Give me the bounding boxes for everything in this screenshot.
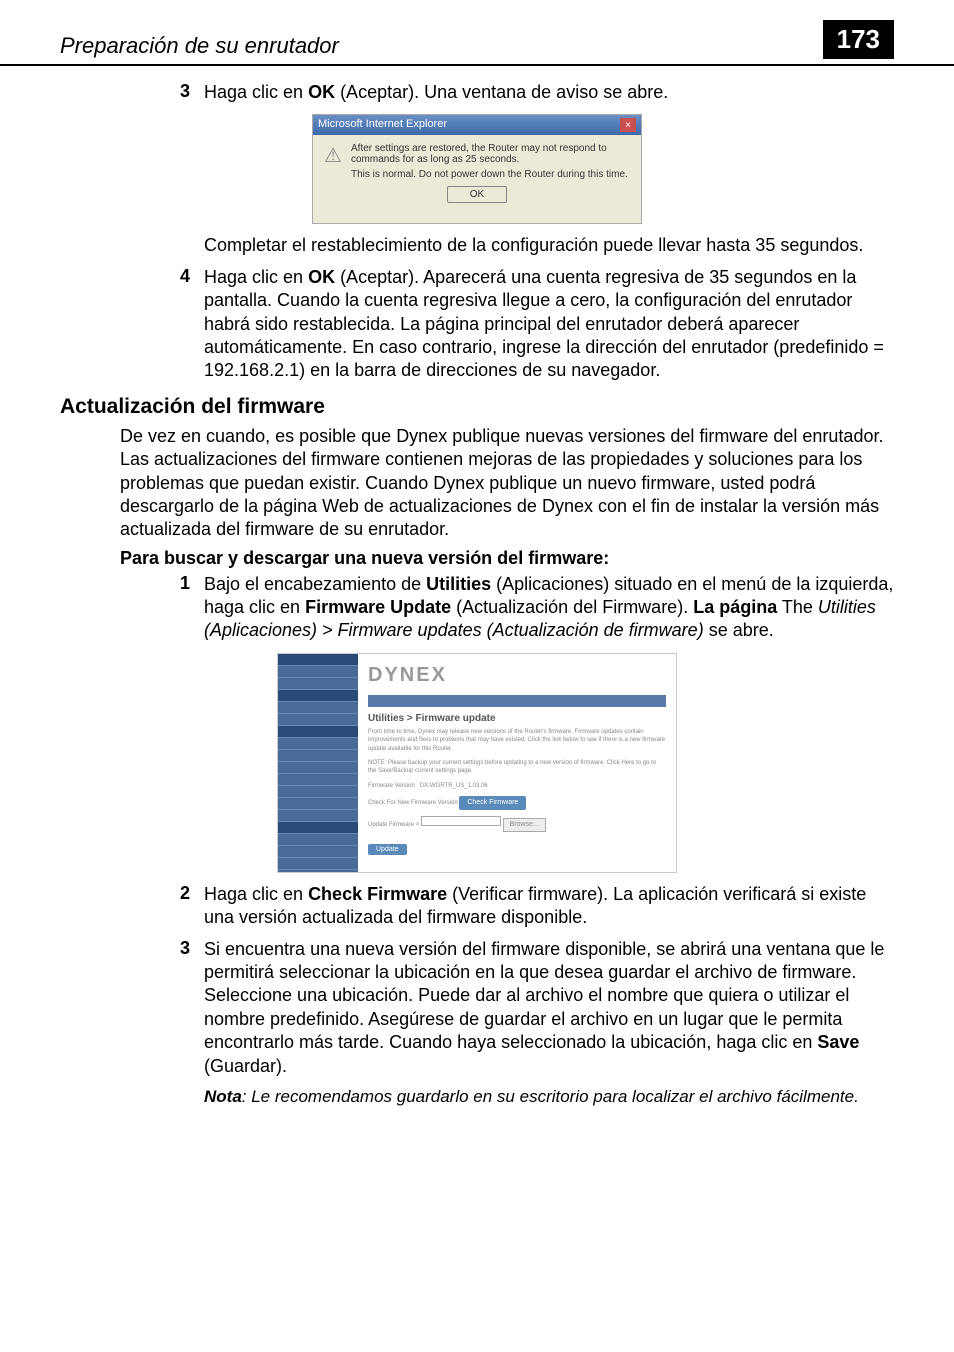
page-number: 173 [823, 20, 894, 59]
dynex-logo: DYNEX [368, 664, 666, 687]
fv-value: DX-WGRTR_US_1.03.06 [420, 783, 488, 789]
bold-ok: OK [308, 267, 335, 287]
fw-step-2: 2 Haga clic en Check Firmware (Verificar… [180, 883, 894, 930]
text-main: Si encuentra una nueva versión del firmw… [204, 939, 884, 1053]
fw-step-3: 3 Si encuentra una nueva versión del fir… [180, 938, 894, 1078]
step-text: Bajo el encabezamiento de Utilities (Apl… [204, 573, 894, 643]
dialog-line1: After settings are restored, the Router … [351, 143, 633, 165]
screenshot-sidebar [278, 654, 358, 872]
screenshot-main: DYNEX Utilities > Firmware update From t… [358, 654, 676, 872]
step-text: Haga clic en Check Firmware (Verificar f… [204, 883, 894, 930]
step-text: Si encuentra una nueva versión del firmw… [204, 938, 894, 1078]
step-number: 3 [180, 81, 204, 104]
step-number: 3 [180, 938, 204, 1078]
page-content: 3 Haga clic en OK (Aceptar). Una ventana… [0, 66, 954, 1128]
bold-utilities: Utilities [426, 574, 491, 594]
step-number: 2 [180, 883, 204, 930]
dialog-line2: This is normal. Do not power down the Ro… [351, 169, 633, 180]
firmware-heading: Actualización del firmware [60, 395, 894, 419]
after-dialog-text: Completar el restablecimiento de la conf… [204, 234, 894, 257]
firmware-paragraph: De vez en cuando, es posible que Dynex p… [120, 425, 894, 542]
text-prefix: Haga clic en [204, 82, 308, 102]
t1: Bajo el encabezamiento de [204, 574, 426, 594]
bold-firmware-update: Firmware Update [305, 597, 451, 617]
firmware-subheading: Para buscar y descargar una nueva versió… [120, 548, 894, 569]
update-label: Update Firmware > [368, 822, 419, 828]
firmware-screenshot: DYNEX Utilities > Firmware update From t… [277, 653, 677, 873]
blue-bar [368, 695, 666, 707]
note-label: Nota [204, 1087, 242, 1106]
text-suffix: (Guardar). [204, 1056, 287, 1076]
bold-ok: OK [308, 82, 335, 102]
t3: (Actualización del Firmware). [451, 597, 693, 617]
dialog-titlebar: Microsoft Internet Explorer × [313, 115, 641, 135]
check-row: Check For New Firmware Version Check Fir… [368, 796, 666, 810]
step-text: Haga clic en OK (Aceptar). Aparecerá una… [204, 266, 894, 383]
step-number: 4 [180, 266, 204, 383]
t4: The [777, 597, 818, 617]
update-button: Update [368, 844, 407, 855]
screenshot-title: Utilities > Firmware update [368, 713, 666, 724]
note-text: : Le recomendamos guardarlo en su escrit… [242, 1087, 859, 1106]
step-4: 4 Haga clic en OK (Aceptar). Aparecerá u… [180, 266, 894, 383]
browse-button: Browse... [503, 818, 546, 832]
text-suffix: (Aceptar). Una ventana de aviso se abre. [335, 82, 668, 102]
screenshot-desc2: NOTE: Please backup your current setting… [368, 759, 666, 776]
t5: se abre. [704, 620, 774, 640]
fw-version-row: Firmware Version DX-WGRTR_US_1.03.06 [368, 782, 666, 790]
dialog-body: After settings are restored, the Router … [313, 135, 641, 223]
fw-step-1: 1 Bajo el encabezamiento de Utilities (A… [180, 573, 894, 643]
check-firmware-button: Check Firmware [459, 796, 526, 810]
fv-label: Firmware Version [368, 783, 415, 789]
screenshot-desc1: From time to time, Dynex may release new… [368, 728, 666, 753]
step-text: Haga clic en OK (Aceptar). Una ventana d… [204, 81, 894, 104]
update-row: Update Firmware > Browse... [368, 816, 666, 832]
close-icon: × [620, 118, 636, 132]
warning-icon [321, 143, 345, 167]
step-3: 3 Haga clic en OK (Aceptar). Una ventana… [180, 81, 894, 104]
page-header: Preparación de su enrutador 173 [0, 0, 954, 66]
dialog-title: Microsoft Internet Explorer [318, 118, 447, 132]
step-number: 1 [180, 573, 204, 643]
bold-la-pagina: La página [693, 597, 777, 617]
bold-save: Save [817, 1032, 859, 1052]
ok-button: OK [447, 186, 507, 203]
dialog-screenshot: Microsoft Internet Explorer × After sett… [312, 114, 642, 224]
text-prefix: Haga clic en [204, 267, 308, 287]
check-label: Check For New Firmware Version [368, 800, 458, 806]
note: Nota: Le recomendamos guardarlo en su es… [204, 1086, 894, 1108]
text-prefix: Haga clic en [204, 884, 308, 904]
header-title: Preparación de su enrutador [60, 33, 339, 59]
bold-check-firmware: Check Firmware [308, 884, 447, 904]
